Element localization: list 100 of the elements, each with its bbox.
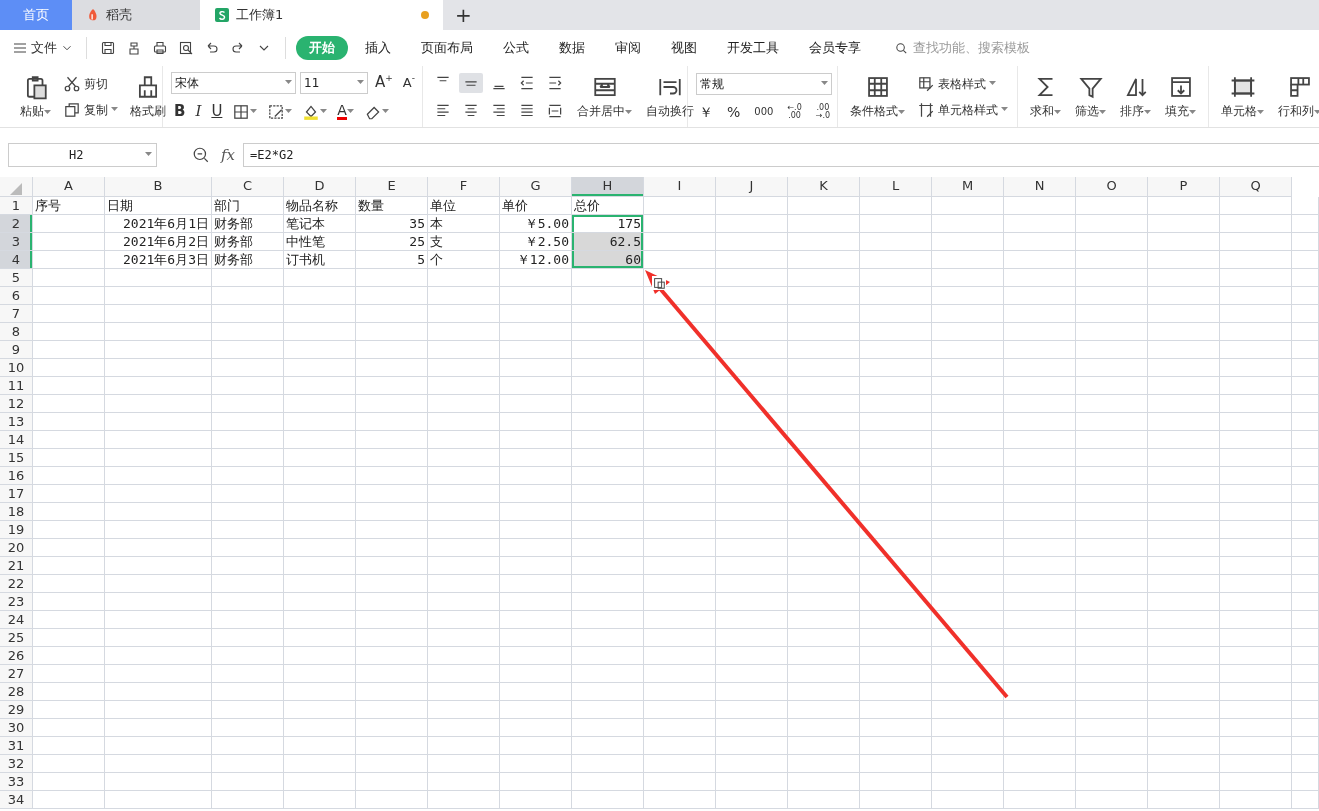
app-tab[interactable]: 稻壳 bbox=[72, 0, 200, 30]
row-header[interactable]: 28 bbox=[0, 683, 33, 701]
ribbon-tab[interactable]: 插入 bbox=[352, 36, 404, 60]
ribbon-button[interactable]: 求和 bbox=[1026, 73, 1065, 120]
row-header[interactable]: 26 bbox=[0, 647, 33, 665]
row-header[interactable]: 33 bbox=[0, 773, 33, 791]
grow-font-button[interactable]: A$^{+}$ bbox=[372, 74, 396, 91]
row-header[interactable]: 29 bbox=[0, 701, 33, 719]
shrink-font-button[interactable]: A$^{-}$ bbox=[399, 75, 418, 90]
ribbon-tab[interactable]: 公式 bbox=[490, 36, 542, 60]
row-header[interactable]: 12 bbox=[0, 395, 33, 413]
ribbon-button[interactable]: 行和列 bbox=[1274, 73, 1319, 120]
ribbon-button[interactable]: 单元格 bbox=[1217, 73, 1268, 120]
row-header[interactable]: 24 bbox=[0, 611, 33, 629]
underline-button[interactable]: U bbox=[208, 103, 226, 120]
column-header[interactable]: Q bbox=[1220, 177, 1292, 197]
row-header[interactable]: 18 bbox=[0, 503, 33, 521]
row-header[interactable]: 4 bbox=[0, 251, 33, 269]
format-painter-button[interactable]: 格式刷 bbox=[126, 73, 170, 120]
wrap-text-button[interactable]: 自动换行 bbox=[642, 73, 698, 120]
row-header[interactable]: 22 bbox=[0, 575, 33, 593]
row-header[interactable]: 16 bbox=[0, 467, 33, 485]
row-header[interactable]: 5 bbox=[0, 269, 33, 287]
row-header[interactable]: 34 bbox=[0, 791, 33, 809]
conditional-format-button[interactable]: 条件格式 bbox=[846, 73, 909, 120]
thousands-button[interactable]: 000 bbox=[751, 105, 777, 118]
format-painter-icon[interactable] bbox=[126, 40, 142, 56]
column-header[interactable]: K bbox=[788, 177, 860, 197]
print-icon[interactable] bbox=[152, 40, 168, 56]
row-header[interactable]: 32 bbox=[0, 755, 33, 773]
cell-style-button[interactable]: 单元格样式 bbox=[915, 100, 1010, 119]
table-style-button[interactable]: 表格样式 bbox=[915, 74, 1010, 93]
percent-button[interactable]: % bbox=[724, 103, 744, 120]
zoom-icon[interactable] bbox=[192, 146, 210, 164]
cut-button[interactable]: 剪切 bbox=[61, 74, 120, 93]
decimal-decrease-button[interactable]: .00 →.0 bbox=[812, 102, 834, 121]
row-header[interactable]: 25 bbox=[0, 629, 33, 647]
bold-button[interactable]: B bbox=[171, 103, 189, 120]
row-header[interactable]: 11 bbox=[0, 377, 33, 395]
print-preview-icon[interactable] bbox=[178, 40, 194, 56]
font-size-field[interactable]: 11 bbox=[300, 71, 368, 94]
row-header[interactable]: 27 bbox=[0, 665, 33, 683]
row-header[interactable]: 17 bbox=[0, 485, 33, 503]
row-header[interactable]: 30 bbox=[0, 719, 33, 737]
ribbon-button[interactable]: 筛选 bbox=[1071, 73, 1110, 120]
row-header[interactable]: 8 bbox=[0, 323, 33, 341]
row-header[interactable]: 31 bbox=[0, 737, 33, 755]
formula-field[interactable]: =E2*G2 bbox=[243, 143, 1319, 167]
column-header[interactable]: C bbox=[212, 177, 284, 197]
row-header[interactable]: 21 bbox=[0, 557, 33, 575]
row-header[interactable]: 19 bbox=[0, 521, 33, 539]
row-header[interactable]: 10 bbox=[0, 359, 33, 377]
ribbon-tab[interactable]: 会员专享 bbox=[796, 36, 874, 60]
ribbon-tab[interactable]: 页面布局 bbox=[408, 36, 486, 60]
column-header[interactable]: B bbox=[105, 177, 212, 197]
app-tab[interactable]: 工作簿1 bbox=[200, 0, 443, 30]
row-header[interactable]: 13 bbox=[0, 413, 33, 431]
currency-button[interactable]: ￥ bbox=[696, 103, 716, 120]
number-format-field[interactable]: 常规 bbox=[696, 72, 832, 95]
row-header[interactable]: 1 bbox=[0, 197, 33, 215]
row-header[interactable]: 7 bbox=[0, 305, 33, 323]
ribbon-button[interactable]: 填充 bbox=[1161, 73, 1200, 120]
function-button[interactable]: fx bbox=[221, 143, 235, 167]
column-header[interactable]: I bbox=[644, 177, 716, 197]
ribbon-tab[interactable]: 数据 bbox=[546, 36, 598, 60]
row-header[interactable]: 2 bbox=[0, 215, 33, 233]
decimal-increase-button[interactable]: ←.0 .00 bbox=[784, 102, 805, 121]
column-header[interactable]: H bbox=[572, 177, 644, 197]
ribbon-tab[interactable]: 开发工具 bbox=[714, 36, 792, 60]
row-header[interactable]: 23 bbox=[0, 593, 33, 611]
merge-center-button[interactable]: 合并居中 bbox=[573, 73, 636, 120]
column-header[interactable]: F bbox=[428, 177, 500, 197]
save-icon[interactable] bbox=[100, 40, 116, 56]
row-header[interactable]: 3 bbox=[0, 233, 33, 251]
borders-icon[interactable] bbox=[232, 102, 251, 121]
row-header[interactable]: 14 bbox=[0, 431, 33, 449]
column-header[interactable]: P bbox=[1148, 177, 1220, 197]
ribbon-tab[interactable]: 视图 bbox=[658, 36, 710, 60]
column-header[interactable]: G bbox=[500, 177, 572, 197]
font-name-field[interactable]: 宋体 bbox=[171, 71, 296, 94]
column-header[interactable]: J bbox=[716, 177, 788, 197]
column-header[interactable]: M bbox=[932, 177, 1004, 197]
ribbon-button[interactable]: 排序 bbox=[1116, 73, 1155, 120]
column-header[interactable]: N bbox=[1004, 177, 1076, 197]
file-menu[interactable]: 文件 bbox=[10, 38, 76, 58]
row-header[interactable]: 6 bbox=[0, 287, 33, 305]
row-header[interactable]: 9 bbox=[0, 341, 33, 359]
paste-button[interactable]: 粘贴 bbox=[16, 73, 55, 120]
copy-button[interactable]: 复制 bbox=[61, 100, 120, 119]
font-color-button[interactable]: A bbox=[334, 102, 357, 121]
column-header[interactable]: E bbox=[356, 177, 428, 197]
column-header[interactable]: L bbox=[860, 177, 932, 197]
row-header[interactable]: 20 bbox=[0, 539, 33, 557]
row-header[interactable]: 15 bbox=[0, 449, 33, 467]
column-header[interactable]: O bbox=[1076, 177, 1148, 197]
column-header[interactable]: D bbox=[284, 177, 356, 197]
italic-button[interactable]: I bbox=[192, 103, 205, 120]
ribbon-tab[interactable]: 审阅 bbox=[602, 36, 654, 60]
new-tab-button[interactable]: + bbox=[443, 0, 484, 30]
cell-format-icon[interactable] bbox=[267, 102, 286, 121]
